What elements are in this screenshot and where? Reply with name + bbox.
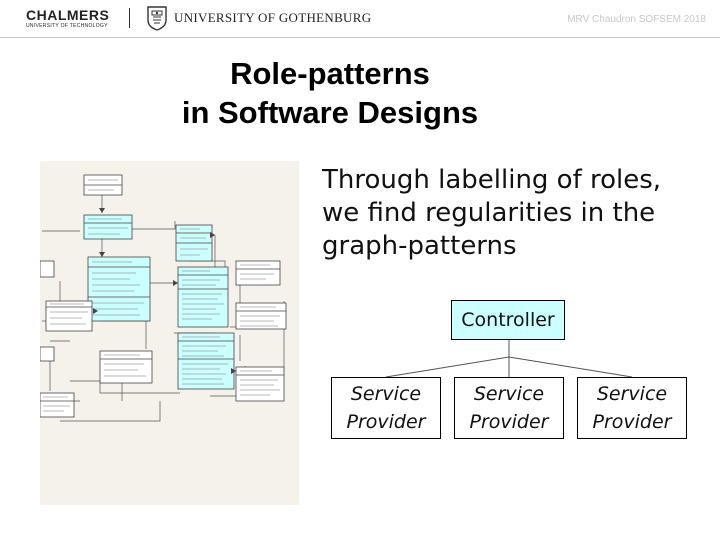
body-text-line-2: we find regularities in the xyxy=(322,198,656,228)
uml-class-diagram-image xyxy=(39,161,299,505)
slide-title-line-1: Role-patterns xyxy=(230,56,430,91)
logo-separator xyxy=(129,8,130,28)
slide-header: CHALMERS UNIVERSITY OF TECHNOLOGY UNIVER… xyxy=(0,0,720,38)
service-provider-line-1: Service xyxy=(473,383,545,405)
chalmers-logo-name: CHALMERS xyxy=(26,7,110,23)
header-divider xyxy=(0,37,720,38)
service-provider-line-1: Service xyxy=(350,383,422,405)
body-text-line-1: Through labelling of roles, xyxy=(322,165,662,195)
service-provider-box: Service Provider xyxy=(454,377,564,439)
slide-author-footer: MRV Chaudron SOFSEM 2018 xyxy=(567,14,706,25)
gothenburg-logo-name: UNIVERSITY OF GOTHENBURG xyxy=(174,10,372,25)
slide-title: Role-patterns in Software Designs xyxy=(120,54,540,132)
chalmers-logo-subtitle: UNIVERSITY OF TECHNOLOGY xyxy=(26,23,108,29)
slide-body-text: Through labelling of roles, we find regu… xyxy=(322,164,702,263)
service-provider-line-2: Provider xyxy=(469,411,549,433)
controller-role-box: Controller xyxy=(451,300,565,340)
body-text-line-3: graph-patterns xyxy=(322,231,517,261)
slide-title-line-2: in Software Designs xyxy=(181,95,479,130)
service-provider-line-2: Provider xyxy=(592,411,672,433)
gothenburg-seal-icon xyxy=(147,6,167,31)
service-provider-line-2: Provider xyxy=(346,411,426,433)
service-provider-line-1: Service xyxy=(596,383,668,405)
service-provider-box: Service Provider xyxy=(577,377,687,439)
uml-diagram-drawing xyxy=(39,174,287,422)
service-provider-box: Service Provider xyxy=(331,377,441,439)
chalmers-logo: CHALMERS UNIVERSITY OF TECHNOLOGY xyxy=(26,8,118,30)
